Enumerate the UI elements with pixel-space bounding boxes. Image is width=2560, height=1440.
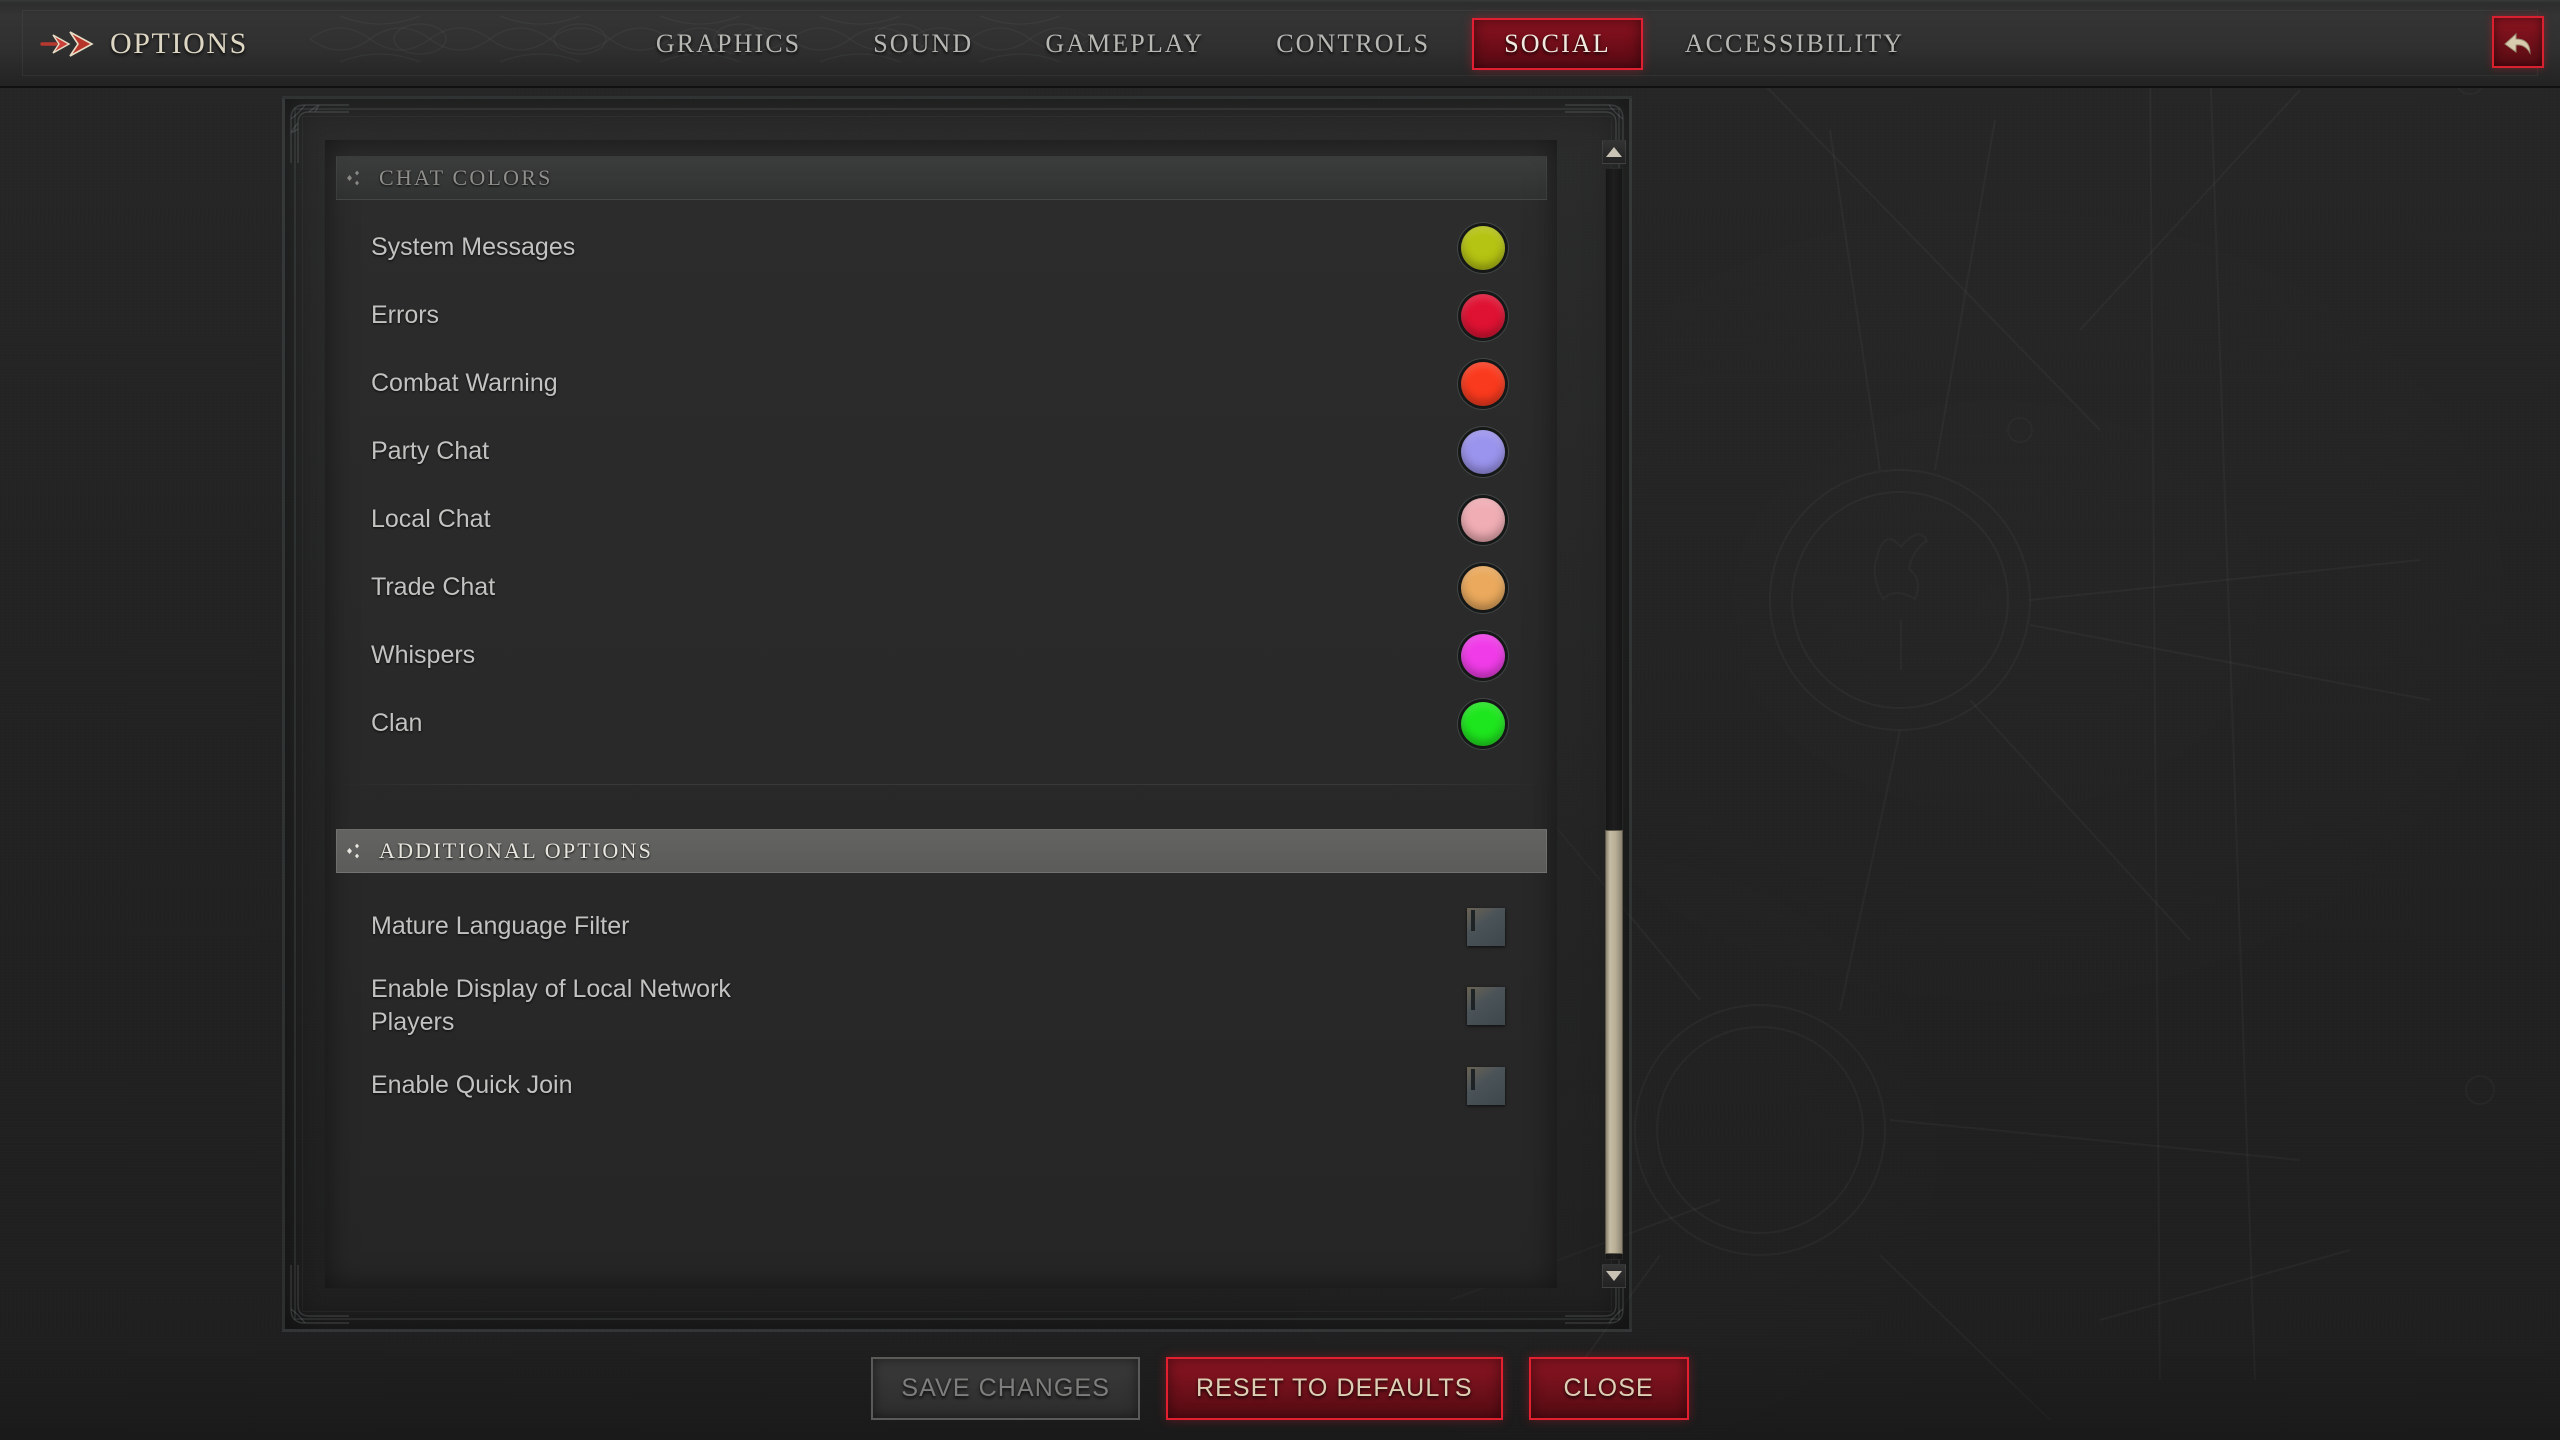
row-label: Whispers (371, 641, 476, 670)
color-swatch-whispers[interactable] (1461, 634, 1505, 678)
section-title: CHAT COLORS (379, 165, 553, 190)
color-swatch-errors[interactable] (1461, 294, 1505, 338)
tab-graphics[interactable]: GRAPHICS (626, 20, 831, 68)
row-clan[interactable]: Clan (325, 698, 1557, 750)
color-swatch-trade-chat[interactable] (1461, 566, 1505, 610)
scroll-up-button[interactable] (1602, 140, 1626, 164)
scrollbar-thumb[interactable] (1605, 830, 1623, 1254)
save-changes-button[interactable]: SAVE CHANGES (871, 1356, 1140, 1420)
scroll-down-button[interactable] (1602, 1264, 1626, 1288)
color-swatch-clan[interactable] (1461, 702, 1505, 746)
back-arrow-icon (2504, 32, 2531, 55)
section-title: ADDITIONAL OPTIONS (379, 838, 654, 863)
row-label: System Messages (371, 233, 576, 262)
tab-gameplay[interactable]: GAMEPLAY (1015, 20, 1234, 68)
row-label: Mature Language Filter (371, 912, 630, 941)
row-enable-local-network-players[interactable]: Enable Display of Local Network Players (325, 973, 1557, 1040)
row-label: Combat Warning (371, 369, 558, 398)
row-combat-warning[interactable]: Combat Warning (325, 358, 1557, 410)
row-label: Party Chat (371, 437, 490, 466)
settings-scroll-area[interactable]: CHAT COLORS System Messages Errors Comba… (325, 140, 1557, 1288)
row-whispers[interactable]: Whispers (325, 630, 1557, 682)
chevron-down-icon (1606, 1271, 1622, 1281)
tab-sound[interactable]: SOUND (843, 20, 1003, 68)
color-swatch-party-chat[interactable] (1461, 430, 1505, 474)
diamond-cluster-icon (347, 170, 359, 186)
checkbox-fill (1471, 989, 1475, 1011)
tab-bar: GRAPHICS SOUND GAMEPLAY CONTROLS SOCIAL … (0, 0, 2560, 88)
row-mature-language-filter[interactable]: Mature Language Filter (325, 901, 1557, 953)
row-label: Enable Display of Local Network Players (371, 975, 731, 1037)
row-party-chat[interactable]: Party Chat (325, 426, 1557, 478)
options-panel: CHAT COLORS System Messages Errors Comba… (282, 96, 1632, 1332)
row-system-messages[interactable]: System Messages (325, 222, 1557, 274)
chevron-up-icon (1606, 147, 1622, 157)
diamond-cluster-icon (347, 843, 359, 859)
tab-controls[interactable]: CONTROLS (1246, 20, 1460, 68)
row-errors[interactable]: Errors (325, 290, 1557, 342)
row-enable-quick-join[interactable]: Enable Quick Join (325, 1060, 1557, 1112)
close-button[interactable]: CLOSE (1528, 1356, 1689, 1420)
options-screen: OPTIONS GRAPHICS SOUND GAMEPLAY CONTROLS… (0, 0, 2560, 1440)
reset-to-defaults-button[interactable]: RESET TO DEFAULTS (1165, 1356, 1503, 1420)
row-local-chat[interactable]: Local Chat (325, 494, 1557, 546)
row-label: Trade Chat (371, 573, 496, 602)
row-label: Local Chat (371, 505, 491, 534)
top-bar: OPTIONS GRAPHICS SOUND GAMEPLAY CONTROLS… (0, 0, 2560, 88)
row-label: Clan (371, 709, 423, 738)
row-label: Enable Quick Join (371, 1070, 573, 1099)
vertical-scrollbar[interactable] (1600, 140, 1628, 1288)
tab-accessibility[interactable]: ACCESSIBILITY (1655, 20, 1934, 68)
footer-actions: SAVE CHANGES RESET TO DEFAULTS CLOSE (0, 1336, 2560, 1440)
checkbox-enable-local-network-players[interactable] (1467, 987, 1505, 1026)
section-header-additional-options[interactable]: ADDITIONAL OPTIONS (325, 829, 1557, 873)
section-header-chat-colors[interactable]: CHAT COLORS (325, 156, 1557, 200)
checkbox-enable-quick-join[interactable] (1467, 1066, 1505, 1105)
color-swatch-local-chat[interactable] (1461, 498, 1505, 542)
checkbox-fill (1471, 910, 1475, 931)
checkbox-mature-language-filter[interactable] (1467, 908, 1505, 946)
color-swatch-system-messages[interactable] (1461, 226, 1505, 270)
color-swatch-combat-warning[interactable] (1461, 362, 1505, 406)
checkbox-fill (1471, 1068, 1475, 1090)
tab-social[interactable]: SOCIAL (1472, 18, 1643, 70)
back-button[interactable] (2492, 16, 2544, 68)
row-label: Errors (371, 301, 440, 330)
row-trade-chat[interactable]: Trade Chat (325, 562, 1557, 614)
